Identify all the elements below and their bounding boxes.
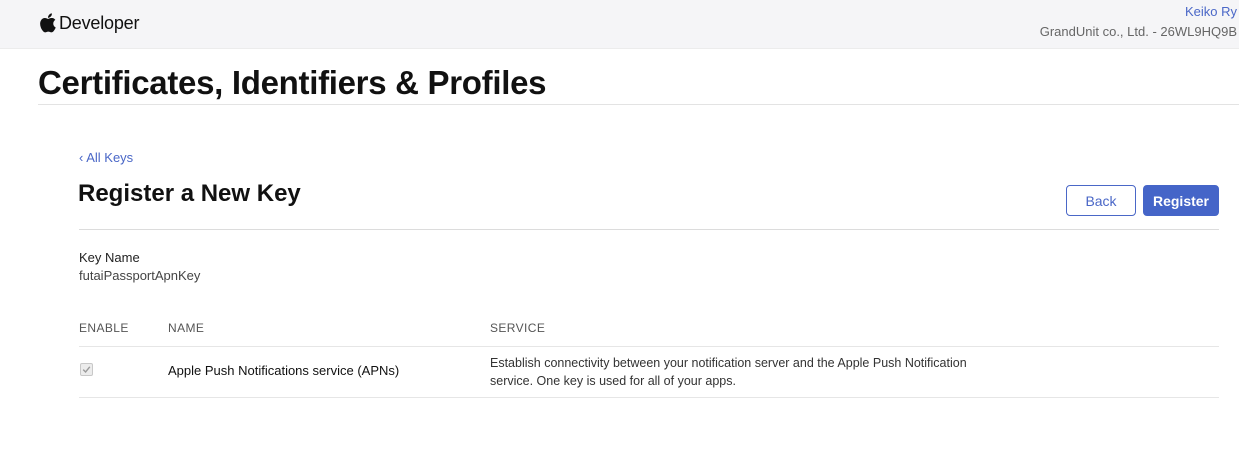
top-navigation-bar: Developer Keiko Ry GrandUnit co., Ltd. -… xyxy=(0,0,1239,49)
column-header-name: NAME xyxy=(168,321,205,335)
key-name-label: Key Name xyxy=(79,250,140,265)
account-name-link[interactable]: Keiko Ry xyxy=(1185,4,1237,19)
page-title: Certificates, Identifiers & Profiles xyxy=(38,64,547,101)
divider xyxy=(38,104,1239,105)
checkmark-icon xyxy=(82,366,91,374)
back-button[interactable]: Back xyxy=(1066,185,1136,216)
brand-label: Developer xyxy=(59,12,140,33)
enable-checkbox[interactable] xyxy=(80,363,93,376)
column-header-service: SERVICE xyxy=(490,321,546,335)
service-description: Establish connectivity between your noti… xyxy=(490,356,967,388)
section-title: Register a New Key xyxy=(78,180,301,207)
register-button[interactable]: Register xyxy=(1143,185,1219,216)
all-keys-link[interactable]: ‹ All Keys xyxy=(79,150,133,165)
team-name: GrandUnit co., Ltd. - 26WL9HQ9B xyxy=(1039,24,1237,39)
service-name: Apple Push Notifications service (APNs) xyxy=(168,363,400,378)
developer-home-link[interactable]: Developer xyxy=(40,11,139,35)
key-name-value: futaiPassportApnKey xyxy=(79,268,201,283)
apple-logo-icon xyxy=(40,13,56,33)
column-header-enable: ENABLE xyxy=(79,321,129,335)
divider xyxy=(79,397,1219,398)
divider xyxy=(79,346,1219,347)
divider xyxy=(79,229,1219,230)
